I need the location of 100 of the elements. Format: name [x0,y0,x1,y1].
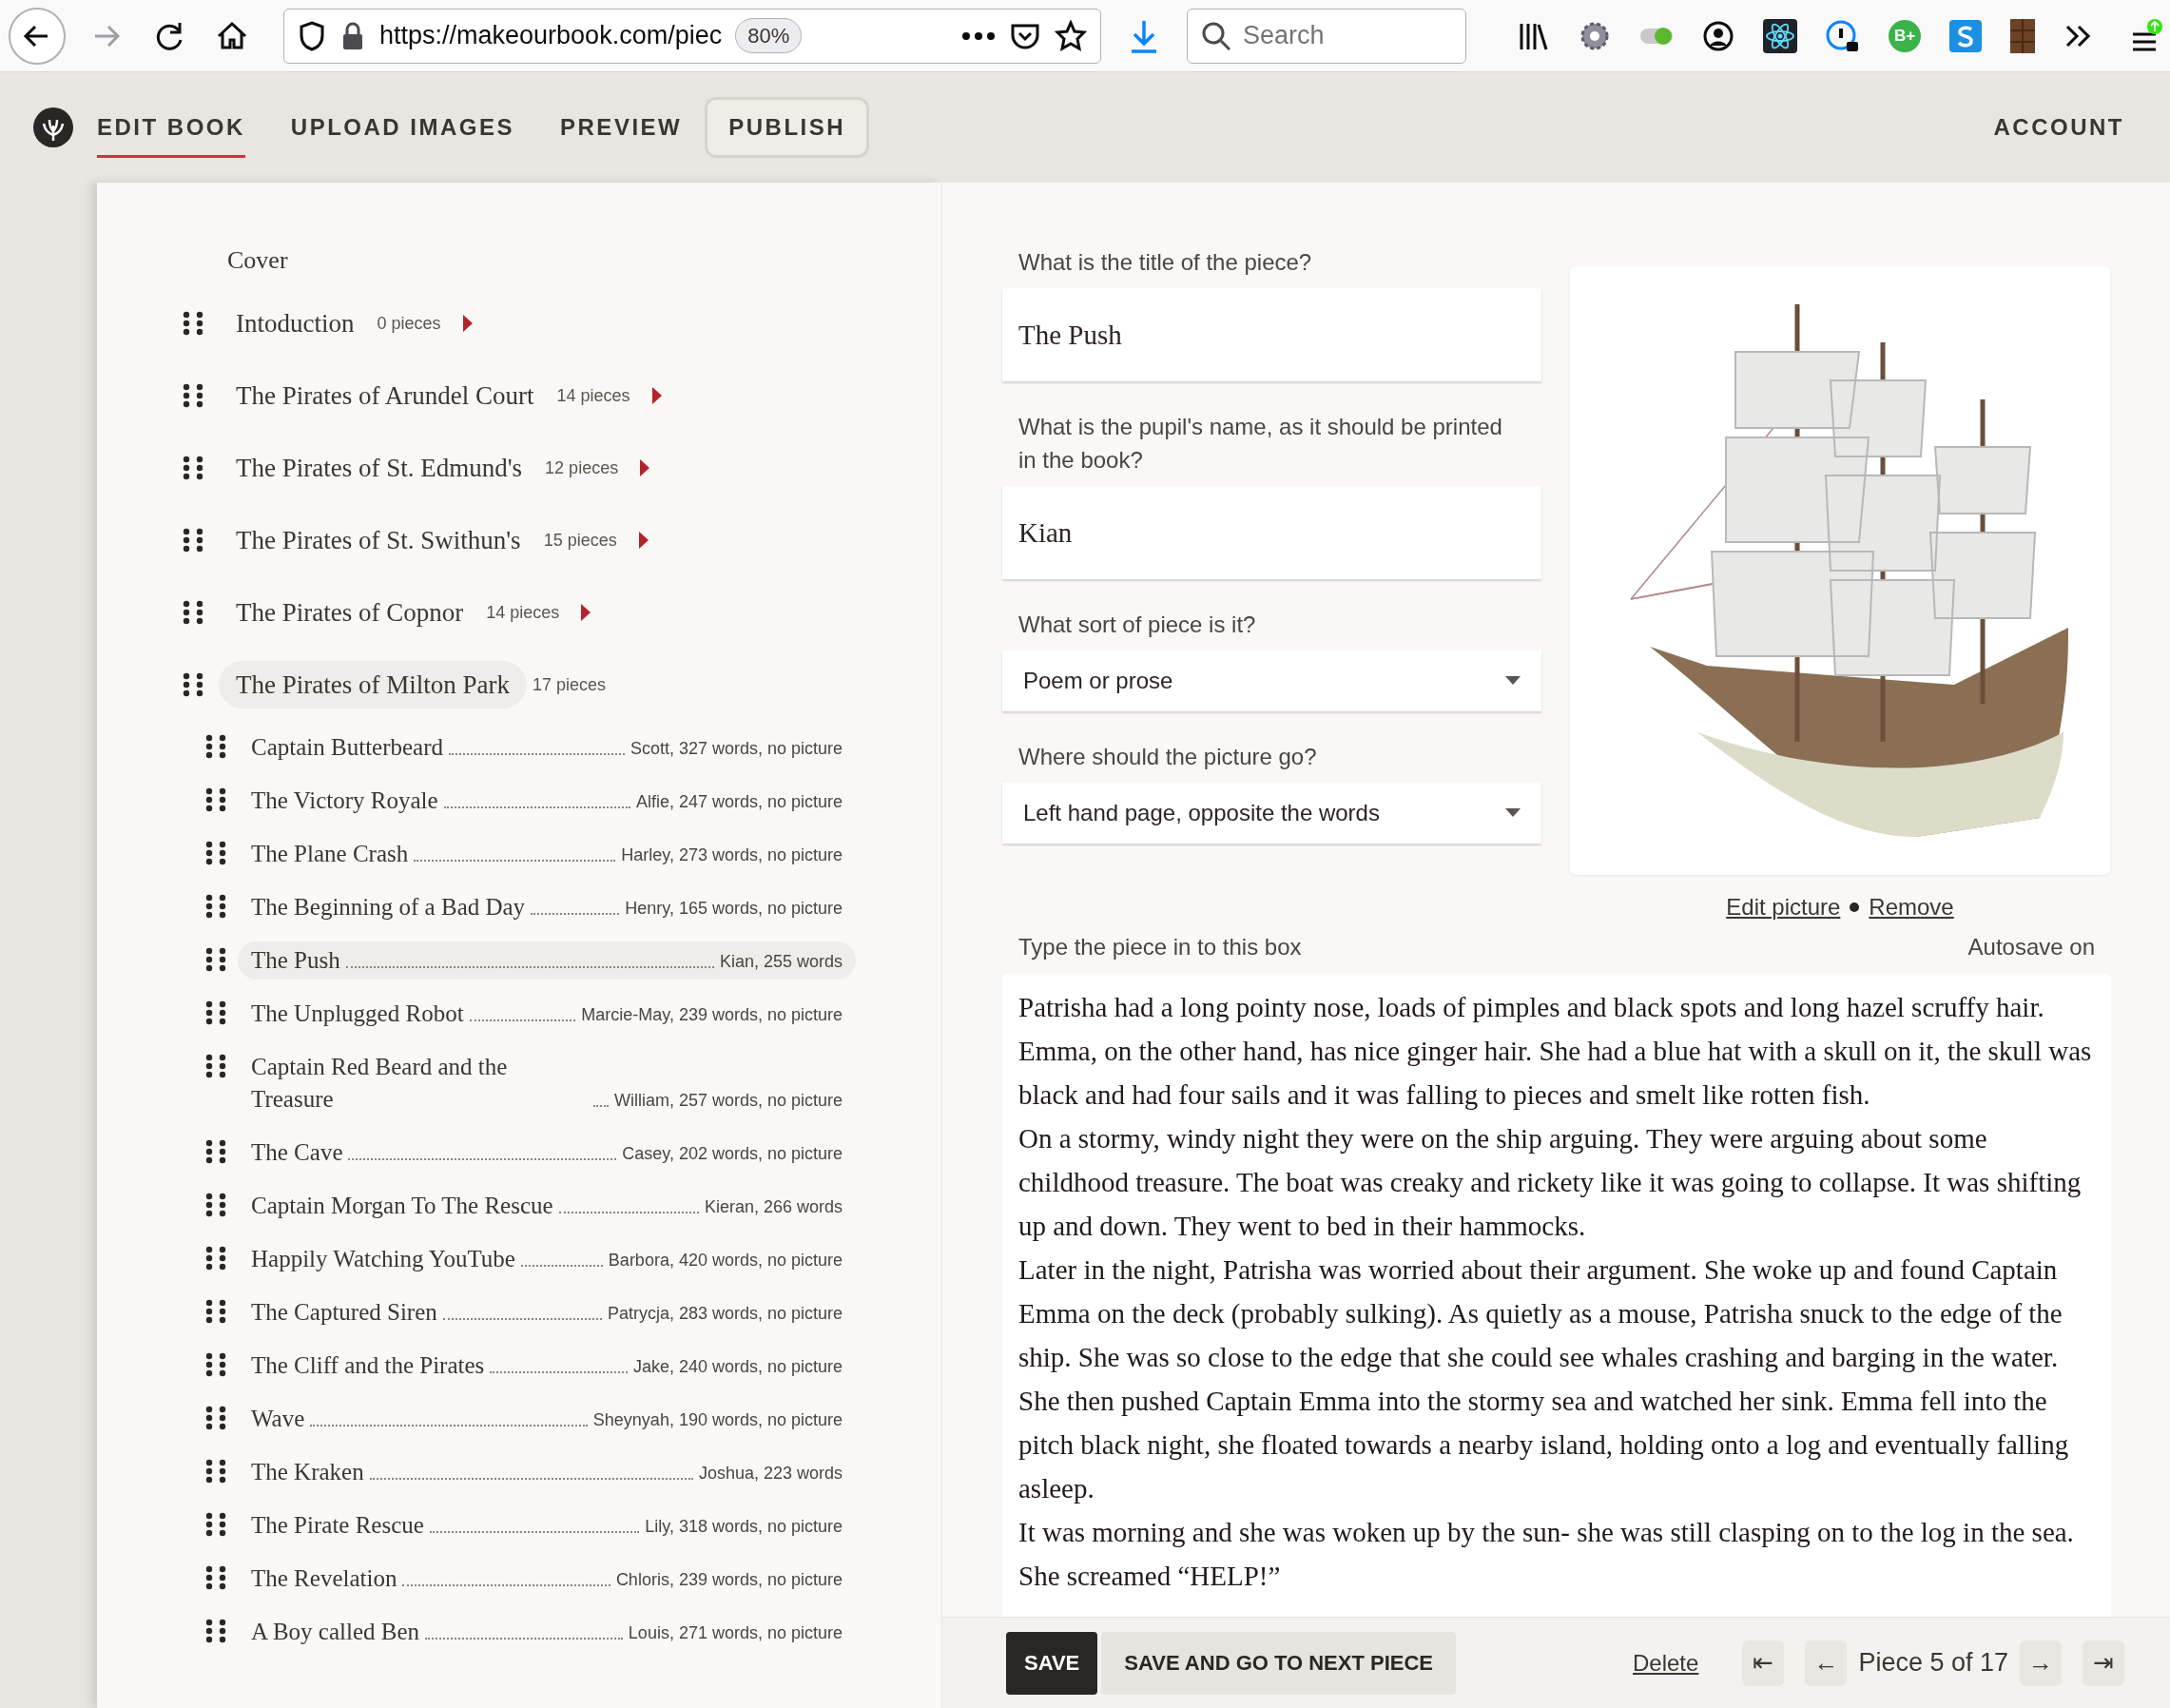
page-position: Piece 5 of 17 [1858,1647,2008,1679]
piece-item[interactable]: The Push Kian, 255 words [238,941,856,980]
drag-handle-icon[interactable] [205,1512,226,1537]
drag-handle-icon[interactable] [183,672,203,697]
first-page-button[interactable]: ⇤ [1742,1640,1785,1686]
address-bar[interactable]: https://makeourbook.com/piec 80% [283,8,1101,64]
atom-icon[interactable] [1763,18,1797,53]
drag-handle-icon[interactable] [205,841,226,865]
piece-item[interactable]: The Cliff and the Pirates Jake, 240 words, no picture [238,1347,856,1385]
next-button[interactable]: → [2020,1640,2062,1686]
drag-handle-icon[interactable] [205,734,226,759]
cover-item[interactable]: Cover [227,232,288,287]
piece-item[interactable]: The Beginning of a Bad Day Henry, 165 words, no picture [238,888,856,926]
drag-handle-icon[interactable] [205,1193,226,1217]
expand-caret-icon[interactable] [461,314,474,333]
drag-handle-icon[interactable] [205,1406,226,1430]
drag-handle-icon[interactable] [183,528,203,553]
chapter-title[interactable]: The Pirates of Copnor [219,588,481,637]
chapter-title[interactable]: The Pirates of St. Swithun's [219,515,538,565]
save-next-button[interactable]: SAVE AND GO TO NEXT PIECE [1101,1631,1457,1695]
text-field[interactable]: The Push [1002,288,1541,381]
piece-item[interactable]: Captain Red Beard and the Treasure William, 257 words, no picture [238,1048,856,1118]
remove-link[interactable]: Remove [1869,890,1954,924]
chapter-title[interactable]: The Pirates of St. Edmund's [219,443,540,493]
previous-button[interactable]: ← [1805,1640,1848,1686]
chapter-title[interactable]: The Pirates of Milton Park [219,660,527,709]
nav-tab[interactable]: UPLOAD IMAGES [290,97,515,158]
drag-handle-icon[interactable] [205,947,226,972]
drag-handle-icon[interactable] [183,600,203,625]
chapter-title[interactable]: Intoduction [219,299,372,348]
more-icon[interactable] [961,30,996,41]
back-icon[interactable] [8,6,67,66]
expand-caret-icon[interactable] [637,531,649,550]
toggle-icon[interactable] [1639,25,1674,47]
piece-item[interactable]: The Pirate Rescue Lily, 318 words, no picture [238,1506,856,1544]
chapter-title[interactable]: The Pirates of Arundel Court [219,371,552,420]
piece-item[interactable]: The Kraken Joshua, 223 words [238,1453,856,1491]
expand-caret-icon[interactable] [650,386,663,405]
nav-tab[interactable]: PREVIEW [560,97,683,158]
save-button[interactable]: SAVE [1006,1631,1098,1695]
drag-handle-icon[interactable] [205,1000,226,1025]
piece-count: 14 pieces [486,601,560,624]
piece-item[interactable]: The Victory Royale Alfie, 247 words, no picture [238,782,856,820]
drag-handle-icon[interactable] [205,1459,226,1484]
piece-item[interactable]: The Revelation Chloris, 239 words, no picture [238,1560,856,1598]
url-text: https://makeourbook.com/piec [379,20,723,52]
drag-handle-icon[interactable] [205,894,226,919]
dropdown-caret-icon [1505,808,1521,818]
nav-tab[interactable]: EDIT BOOK [97,97,245,158]
piece-item[interactable]: Captain Butterbeard Scott, 327 words, no picture [238,728,856,767]
text-field[interactable]: Kian [1002,486,1541,579]
info-lock-icon[interactable] [1826,18,1860,53]
autosave-status: Autosave on [1967,933,2095,961]
piece-count: 0 pieces [377,312,441,335]
drag-handle-icon[interactable] [205,1299,226,1324]
piece-item[interactable]: Happily Watching YouTube Barbora, 420 words, no picture [238,1240,856,1278]
chocolate-icon[interactable] [2010,18,2035,53]
piece-item[interactable]: Captain Morgan To The Rescue Kieran, 266 words [238,1187,856,1225]
zoom-badge[interactable]: 80% [735,18,803,53]
expand-caret-icon[interactable] [580,603,592,622]
dropdown-caret-icon [1505,676,1521,686]
piece-item[interactable]: The Plane Crash Harley, 273 words, no picture [238,835,856,873]
piece-item[interactable]: The Captured Siren Patrycja, 283 words, no picture [238,1293,856,1331]
field-label: What is the title of the piece? [1017,248,1313,277]
drag-handle-icon[interactable] [205,1619,226,1643]
logo-icon[interactable] [32,107,74,148]
piece-item[interactable]: The Cave Casey, 202 words, no picture [238,1134,856,1172]
drag-handle-icon[interactable] [183,383,203,408]
drag-handle-icon[interactable] [205,1246,226,1271]
piece-count: 17 pieces [532,673,607,696]
drag-handle-icon[interactable] [205,1352,226,1377]
last-page-button[interactable]: ⇥ [2083,1640,2124,1686]
expand-caret-icon[interactable] [639,458,651,477]
publish-button[interactable]: PUBLISH [705,97,870,158]
piece-count: 15 pieces [543,529,617,552]
drag-handle-icon[interactable] [183,456,203,480]
search-field[interactable]: Search [1243,16,1452,55]
bullet-icon [1850,903,1860,912]
dropdown[interactable]: Left hand page, opposite the words [1002,783,1541,844]
field-label: What is the pupil's name, as it should be printed in the book? [1017,413,1503,475]
dropdown[interactable]: Poem or prose [1002,650,1541,711]
drag-handle-icon[interactable] [205,1139,226,1164]
field-label: Where should the picture go? [1017,743,1318,771]
drag-handle-icon[interactable] [183,311,203,336]
piece-count: 14 pieces [556,384,630,407]
drag-handle-icon[interactable] [205,1565,226,1590]
star-icon[interactable] [1055,19,1087,52]
piece-item[interactable]: Wave Sheynyah, 190 words, no picture [238,1400,856,1438]
account-link[interactable]: ACCOUNT [1993,110,2124,145]
search-box[interactable]: Search [1187,8,1466,64]
piece-item[interactable]: A Boy called Ben Louis, 271 words, no picture [238,1613,856,1651]
piece-item[interactable]: The Unplugged Robot Marcie-May, 239 words, no picture [238,995,856,1033]
drag-handle-icon[interactable] [205,1054,226,1078]
text-area[interactable]: Patrisha had a long pointy nose, loads of pimples and black spots and long hazel scruffy hair. Emma, on the other hand, has nice ginger hair. She had a blue hat with a skull on it, the skull was black and had four sails and it was falling to pieces and smelt like rotten fish. On a stormy, windy night they were on the ship arguing. They were arguing about some childhood treasure. The boat was creaky and rickety like it was going to collapse. It was shifting up and down. They went to bed in their hammocks. Later in the night, Patrisha was worried about their argument. She woke up and found Captain Emma on the deck (probably sulking). As quietly as a mouse, Patrisha snuck to the edge of the ship. She was so close to the edge that she could see whales crashing and barging in the water. She then pushed Captain Emma into the stormy sea and watched her sink. Emma fell into the pitch black night, she floated towards a nearby island, holding onto a log and eventually falling asleep. It was morning and she was woken up by the sun- she was still clasping on to the log in the sea. She screamed “HELP!” [1002,974,2111,1617]
piece-count: 12 pieces [545,456,619,479]
account-icon[interactable] [1702,19,1734,52]
edit-picture-link[interactable]: Edit picture [1726,890,1841,924]
drag-handle-icon[interactable] [205,787,226,812]
s-tile-icon[interactable] [1949,19,1982,52]
delete-link[interactable]: Delete [1633,1645,1699,1680]
